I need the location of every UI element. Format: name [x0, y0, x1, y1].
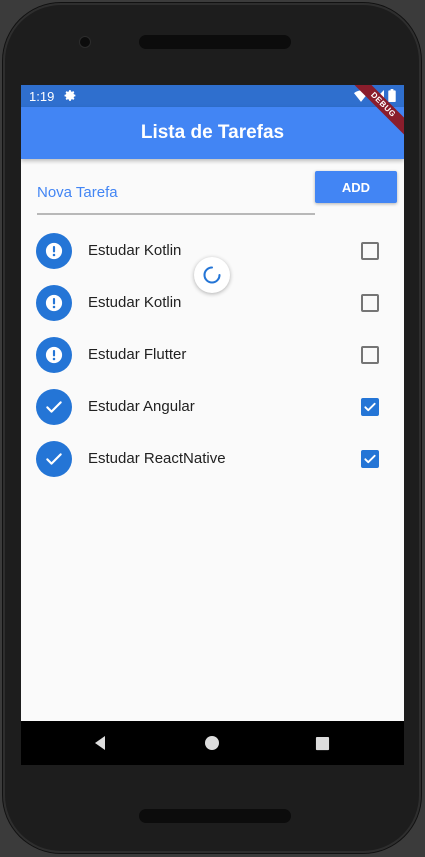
app-bar: Lista de Tarefas — [21, 107, 404, 159]
task-label: Estudar Angular — [88, 398, 195, 415]
page-title: Lista de Tarefas — [140, 122, 285, 143]
task-label: Estudar Flutter — [88, 346, 187, 363]
task-checkbox[interactable] — [361, 346, 379, 364]
exclamation-icon — [36, 233, 72, 269]
home-icon[interactable] — [187, 721, 237, 765]
check-icon — [36, 389, 72, 425]
exclamation-icon — [36, 337, 72, 373]
status-bar: 1:19 — [21, 85, 404, 107]
task-checkbox[interactable] — [361, 450, 379, 468]
check-icon — [36, 441, 72, 477]
status-time: 1:19 — [29, 89, 55, 104]
exclamation-icon — [36, 285, 72, 321]
task-checkbox[interactable] — [361, 242, 379, 260]
front-camera — [80, 37, 90, 47]
top-speaker — [139, 35, 291, 49]
task-label: Estudar Kotlin — [88, 294, 182, 311]
back-icon[interactable] — [75, 721, 125, 765]
recents-icon[interactable] — [297, 721, 347, 765]
list-item[interactable]: Estudar Angular — [21, 381, 404, 433]
task-label: Estudar Kotlin — [88, 242, 182, 259]
list-item[interactable]: Estudar ReactNative — [21, 433, 404, 485]
refresh-spinner — [194, 257, 230, 293]
task-checkbox[interactable] — [361, 294, 379, 312]
android-nav-bar — [21, 721, 404, 765]
new-task-row: ADD — [37, 171, 397, 217]
app-screen: 1:19 Lista de Tarefas DEBUG ADD Es — [21, 85, 404, 721]
task-checkbox[interactable] — [361, 398, 379, 416]
gear-icon — [64, 89, 77, 105]
bottom-speaker — [139, 809, 291, 823]
task-label: Estudar ReactNative — [88, 450, 226, 467]
list-item[interactable]: Estudar Flutter — [21, 329, 404, 381]
new-task-input[interactable] — [37, 171, 315, 215]
add-button[interactable]: ADD — [315, 171, 397, 203]
